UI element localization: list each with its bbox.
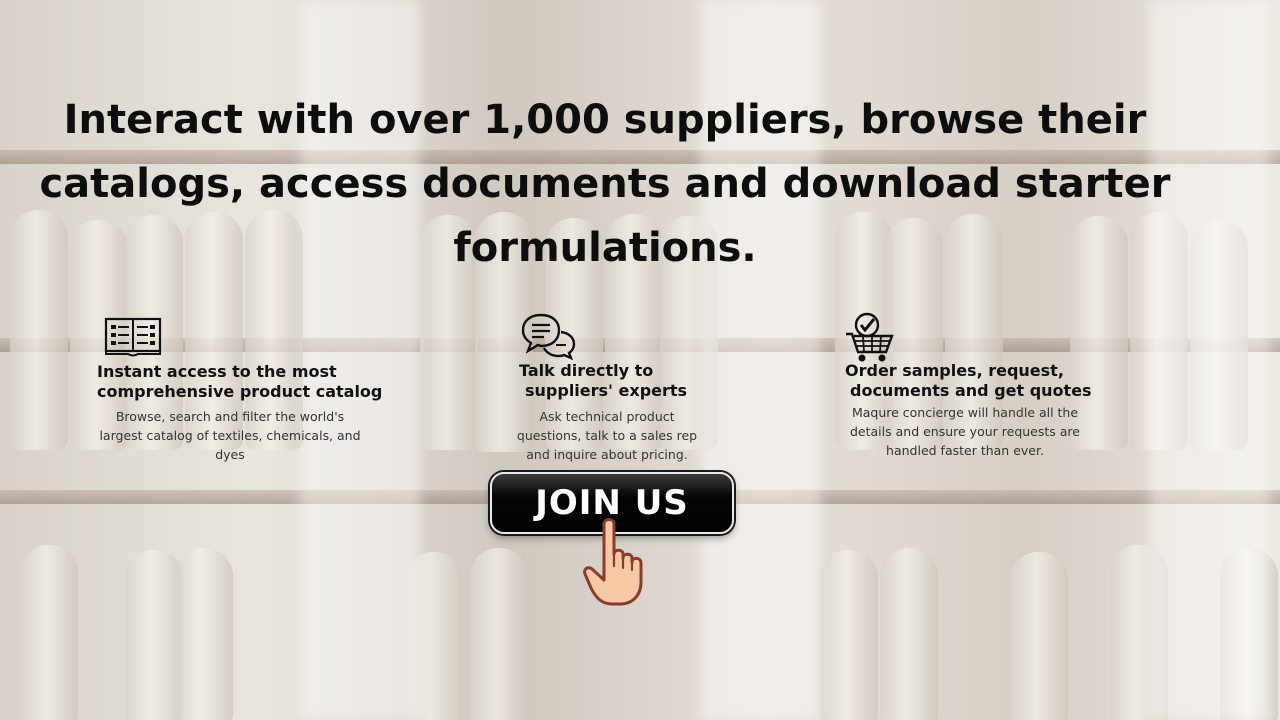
feature-description: Maqure concierge will handle all the det… (825, 403, 1105, 460)
feature-title-line: suppliers' experts (525, 381, 688, 400)
feature-title: Talk directly to suppliers' experts (519, 361, 687, 401)
feature-desc-line: Ask technical product (539, 409, 675, 424)
pointing-hand-icon (583, 518, 643, 606)
feature-title-line: Instant access to the most (97, 362, 337, 381)
feature-desc-line: questions, talk to a sales rep (516, 428, 698, 443)
feature-desc-line: Browse, search and filter the world's (115, 409, 345, 424)
feature-title-line: Talk directly to (519, 361, 654, 380)
feature-title-line: Order samples, request, (845, 361, 1064, 380)
headline: Interact with over 1,000 suppliers, brow… (39, 97, 1171, 271)
feature-desc-line: and inquire about pricing. (526, 447, 688, 462)
feature-desc-line: Maqure concierge will handle all the (851, 405, 1079, 420)
feature-title: Instant access to the most comprehensive… (97, 362, 382, 402)
feature-desc-line: dyes (215, 447, 245, 462)
feature-description: Browse, search and filter the world's la… (80, 407, 380, 464)
feature-description: Ask technical product questions, talk to… (497, 407, 717, 464)
feature-desc-line: handled faster than ever. (886, 443, 1044, 458)
feature-title-line: comprehensive product catalog (97, 382, 383, 401)
chat-bubbles-icon (521, 313, 576, 360)
feature-title-line: documents and get quotes (850, 381, 1092, 400)
feature-title: Order samples, request, documents and ge… (845, 361, 1092, 401)
shopping-cart-check-icon (846, 312, 894, 362)
catalog-book-icon (104, 317, 162, 357)
feature-desc-line: largest catalog of textiles, chemicals, … (99, 428, 361, 443)
feature-desc-line: details and ensure your requests are (850, 424, 1080, 439)
